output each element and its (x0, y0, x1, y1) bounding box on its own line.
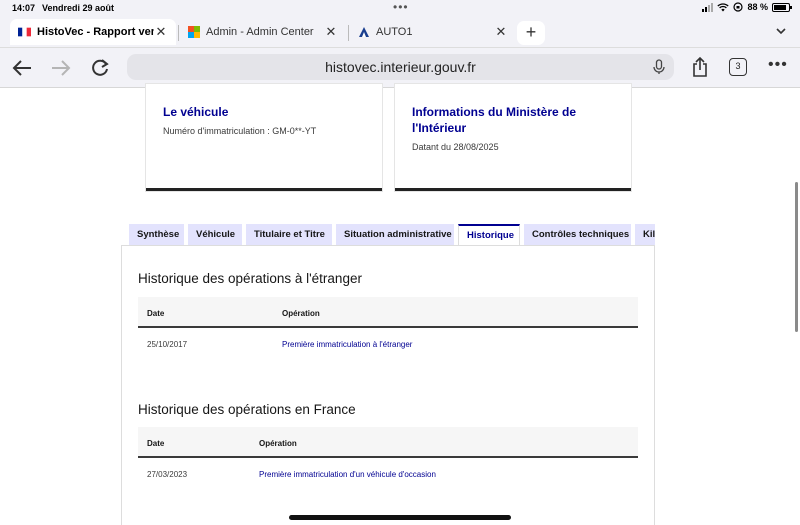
table-row: 25/10/2017 Première immatriculation à l'… (138, 328, 638, 358)
battery-percent: 88 % (747, 2, 768, 12)
ministry-card: Informations du Ministère de l'Intérieur… (395, 84, 631, 191)
ministry-card-date: Datant du 28/08/2025 (412, 142, 499, 152)
tab-kilometrage[interactable]: Kilométrage (635, 224, 655, 246)
tab-overview-button[interactable]: 3 (729, 58, 747, 76)
vehicle-card: Le véhicule Numéro d'immatriculation : G… (146, 84, 382, 191)
auto1-logo-icon (359, 27, 369, 37)
tab-situation-administrative[interactable]: Situation administrative (336, 224, 454, 246)
address-bar[interactable]: histovec.interieur.gouv.fr (127, 54, 674, 80)
more-options-icon[interactable]: ••• (768, 57, 788, 73)
office-logo-icon (188, 26, 200, 38)
chevron-down-icon[interactable] (774, 24, 788, 38)
vehicle-card-title: Le véhicule (163, 105, 229, 119)
tab-vehicule[interactable]: Véhicule (188, 224, 242, 246)
forward-arrow-icon[interactable] (50, 58, 72, 78)
browser-tab-histovec[interactable]: HistoVec - Rapport vendeur ✕ (10, 19, 176, 45)
page-scrollbar[interactable] (795, 182, 798, 332)
table-header: Date Opération (138, 297, 638, 328)
orientation-lock-icon (733, 2, 744, 12)
tab-divider (348, 25, 349, 41)
status-bar: 14:07 Vendredi 29 août ••• 88 % (0, 0, 800, 16)
row-date: 25/10/2017 (147, 340, 188, 349)
browser-tab-auto1[interactable]: AUTO1 ✕ (350, 19, 516, 45)
reload-icon[interactable] (89, 58, 111, 78)
tab-title: HistoVec - Rapport vendeur (37, 26, 154, 38)
wifi-icon (717, 2, 730, 11)
status-time: 14:07 (12, 3, 36, 13)
row-operation: Première immatriculation à l'étranger (282, 340, 413, 349)
section-title-abroad: Historique des opérations à l'étranger (138, 271, 362, 286)
tab-synthese[interactable]: Synthèse (129, 224, 184, 246)
close-tab-icon[interactable]: ✕ (324, 24, 338, 40)
tab-title: Admin - Admin Center (206, 26, 314, 38)
table-row: 27/03/2023 Première immatriculation d'un… (138, 458, 638, 488)
home-indicator[interactable] (289, 515, 511, 520)
multitasking-dots-icon[interactable]: ••• (393, 0, 409, 14)
share-icon[interactable] (690, 56, 710, 78)
column-header-operation: Opération (282, 309, 320, 318)
french-flag-icon (18, 27, 31, 37)
table-history-abroad: Date Opération 25/10/2017 Première immat… (138, 297, 638, 358)
tab-controles-techniques[interactable]: Contrôles techniques (524, 224, 631, 246)
back-arrow-icon[interactable] (11, 58, 33, 78)
ministry-card-title: Informations du Ministère de l'Intérieur (412, 105, 577, 135)
section-title-france: Historique des opérations en France (138, 402, 356, 417)
close-tab-icon[interactable]: ✕ (154, 24, 168, 40)
new-tab-button[interactable]: + (517, 21, 545, 45)
close-tab-icon[interactable]: ✕ (494, 24, 508, 40)
battery-level (774, 4, 787, 10)
column-header-date: Date (147, 309, 165, 318)
browser-tab-admin[interactable]: Admin - Admin Center ✕ (180, 19, 346, 45)
column-header-operation: Opération (259, 439, 297, 448)
status-date: Vendredi 29 août (42, 3, 115, 13)
browser-tab-bar: HistoVec - Rapport vendeur ✕ Admin - Adm… (0, 16, 800, 48)
tab-divider (178, 25, 179, 41)
cellular-signal-icon (702, 2, 714, 12)
row-date: 27/03/2023 (147, 470, 188, 479)
plate-number: Numéro d'immatriculation : GM-0**-YT (163, 126, 317, 136)
column-header-date: Date (147, 439, 165, 448)
tab-historique[interactable]: Historique (458, 224, 520, 246)
tab-title: AUTO1 (376, 26, 413, 38)
report-tabs: Synthèse Véhicule Titulaire et Titre Sit… (129, 224, 655, 246)
table-history-france: Date Opération 27/03/2023 Première immat… (138, 427, 638, 488)
tab-titulaire[interactable]: Titulaire et Titre (246, 224, 332, 246)
status-indicators: 88 % (702, 2, 792, 12)
table-header: Date Opération (138, 427, 638, 458)
browser-toolbar: histovec.interieur.gouv.fr 3 ••• (0, 48, 800, 88)
battery-icon (772, 2, 792, 12)
row-operation: Première immatriculation d'un véhicule d… (259, 470, 436, 479)
microphone-icon[interactable] (651, 59, 667, 75)
